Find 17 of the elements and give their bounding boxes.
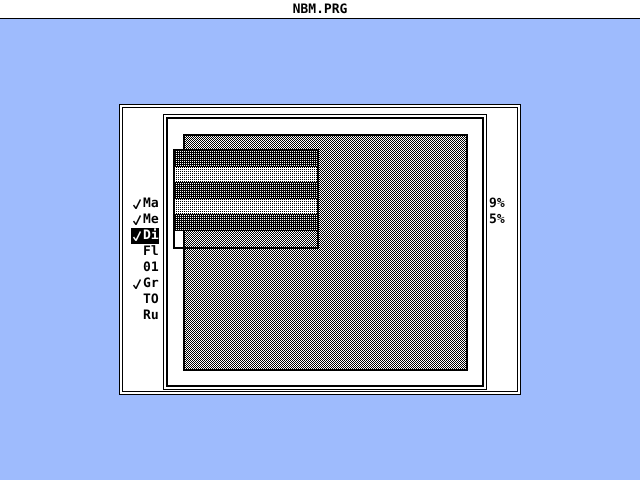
option-label[interactable]: TO <box>143 292 159 308</box>
pattern-swatch[interactable] <box>175 231 317 247</box>
option-label[interactable]: Gr <box>143 276 159 292</box>
option-label[interactable]: Me <box>143 212 159 228</box>
pattern-swatch[interactable] <box>175 151 317 167</box>
pattern-swatch[interactable] <box>175 199 317 215</box>
pattern-swatch[interactable] <box>175 215 317 231</box>
option-label[interactable]: Di <box>143 228 159 244</box>
pattern-swatch[interactable] <box>175 183 317 199</box>
option-label[interactable]: Ru <box>143 308 159 324</box>
pattern-swatch[interactable] <box>175 167 317 183</box>
option-label[interactable]: Fl <box>143 244 159 260</box>
percent-value: 5% <box>489 212 505 228</box>
percent-value: 9% <box>489 196 505 212</box>
option-label[interactable]: 01 <box>143 260 159 276</box>
window-title: NBM.PRG <box>292 2 348 16</box>
option-label[interactable]: Ma <box>143 196 159 212</box>
